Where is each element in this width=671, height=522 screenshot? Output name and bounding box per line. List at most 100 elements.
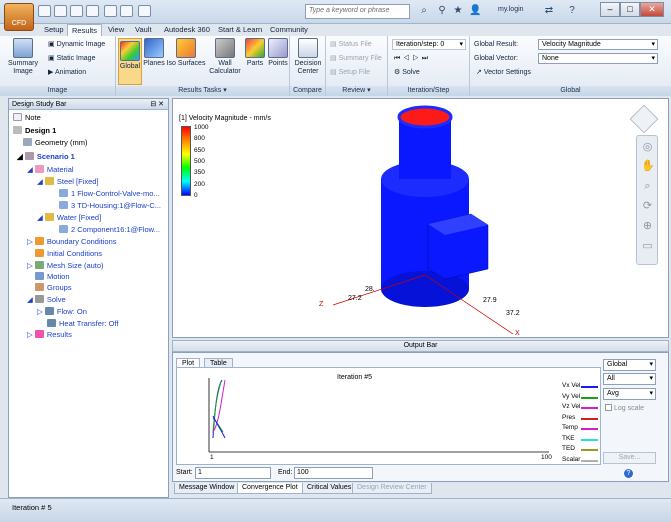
tree-initial-conditions[interactable]: Initial Conditions <box>35 249 102 259</box>
tab-results[interactable]: Results <box>67 24 103 36</box>
iso-surfaces-button[interactable]: Iso Surfaces <box>166 38 206 68</box>
planes-button[interactable]: Planes <box>143 38 165 68</box>
solve-button[interactable]: ⚙ Solve <box>394 68 420 78</box>
tab-vault[interactable]: Vault <box>131 24 156 36</box>
maximize-button[interactable]: □ <box>620 2 640 17</box>
tree-geometry[interactable]: Geometry (mm) <box>23 138 88 148</box>
quick-access-dropdown-icon[interactable] <box>138 5 151 17</box>
tree-mesh-size[interactable]: ▷ Mesh Size (auto) <box>27 261 104 271</box>
legend-tick: 500 <box>194 157 205 165</box>
global-button[interactable]: Global <box>118 38 142 85</box>
tree-results[interactable]: ▷ Results <box>27 330 72 340</box>
quantity-select[interactable]: Avg <box>603 388 656 400</box>
ribbon-tabs: Setup Results View Vault Autodesk 360 St… <box>36 24 671 36</box>
tab-view[interactable]: View <box>104 24 128 36</box>
scope-select[interactable]: Global <box>603 359 656 371</box>
tree-steel-part-2[interactable]: 3 TD-Housing:1@Flow-C... <box>59 201 161 211</box>
tree-groups[interactable]: Groups <box>35 283 72 293</box>
minimize-button[interactable]: – <box>600 2 620 17</box>
binoculars-icon[interactable]: ⌕ <box>418 5 430 17</box>
orbit-icon[interactable]: ⟳ <box>641 200 654 213</box>
tree-boundary-conditions[interactable]: ▷ Boundary Conditions <box>27 237 117 247</box>
dynamic-image-button[interactable]: ▣ Dynamic Image <box>48 40 105 50</box>
tree-water[interactable]: ◢ Water [Fixed] <box>37 213 101 223</box>
tree-solve[interactable]: ◢ Solve <box>27 295 66 305</box>
global-result-label: Global Result: <box>474 41 518 48</box>
tab-convergence-plot[interactable]: Convergence Plot <box>237 483 303 494</box>
tab-setup[interactable]: Setup <box>40 24 68 36</box>
tab-community[interactable]: Community <box>266 24 312 36</box>
look-icon[interactable]: ⊕ <box>641 220 654 233</box>
steering-wheel-icon[interactable]: ◎ <box>641 141 654 154</box>
start-input[interactable]: 1 <box>195 467 271 479</box>
help-icon[interactable]: ? <box>624 469 633 478</box>
presentation-icon[interactable]: ▭ <box>641 240 654 253</box>
legend-entry: Vx Vel <box>562 382 581 389</box>
decision-center-button[interactable]: Decision Center <box>292 38 324 76</box>
tree-note[interactable]: Note <box>13 113 41 123</box>
tab-message-window[interactable]: Message Window <box>174 483 240 494</box>
legend-swatch <box>581 396 598 399</box>
tree-heat-transfer[interactable]: Heat Transfer: Off <box>47 319 118 329</box>
tree-water-part-1[interactable]: 2 Component16:1@Flow... <box>59 225 160 235</box>
ribbon: Summary Image ▣ Dynamic Image ▣ Static I… <box>0 36 671 96</box>
iteration-playback-controls[interactable]: ⏮◁▷⏭ <box>394 54 431 64</box>
global-result-select[interactable]: Velocity Magnitude <box>538 39 658 50</box>
iteration-step-select[interactable]: Iteration/step: 0 <box>392 39 466 50</box>
vector-settings-button[interactable]: ↗ Vector Settings <box>476 68 531 78</box>
setup-file-button[interactable]: ▤ Setup File <box>330 68 370 78</box>
tab-autodesk-360[interactable]: Autodesk 360 <box>160 24 214 36</box>
tab-critical-values[interactable]: Critical Values <box>302 483 357 494</box>
animation-button[interactable]: ▶ Animation <box>48 68 86 78</box>
heat-transfer-icon <box>47 319 56 327</box>
points-button[interactable]: Points <box>267 38 289 68</box>
tree-design[interactable]: Design 1 <box>13 126 56 136</box>
tree-steel[interactable]: ◢ Steel [Fixed] <box>37 177 99 187</box>
global-vector-select[interactable]: None <box>538 53 658 64</box>
tree-steel-part-1[interactable]: 1 Flow-Control-Valve-mo... <box>59 189 160 199</box>
log-scale-checkbox[interactable]: Log scale <box>605 404 644 412</box>
axis-label-4: 37.2 <box>506 310 520 317</box>
close-button[interactable]: ✕ <box>640 2 664 17</box>
valve-outlet <box>397 105 453 129</box>
tree-scenario[interactable]: ◢ Scenario 1 <box>17 152 75 162</box>
new-icon[interactable] <box>38 5 51 17</box>
favorites-icon[interactable]: ★ <box>452 5 464 17</box>
summary-file-button[interactable]: ▤ Summary File <box>330 54 382 64</box>
redo-icon[interactable] <box>120 5 133 17</box>
tree-flow[interactable]: ▷ Flow: On <box>37 307 87 317</box>
user-icon[interactable]: 👤 <box>469 5 481 17</box>
save-icon[interactable] <box>70 5 83 17</box>
parts-button[interactable]: Parts <box>244 38 266 68</box>
help-icon[interactable]: ? <box>566 5 578 17</box>
wall-calculator-button[interactable]: Wall Calculator <box>208 38 242 76</box>
zoom-icon[interactable]: ⌕ <box>641 180 654 193</box>
print-icon[interactable] <box>86 5 99 17</box>
open-icon[interactable] <box>54 5 67 17</box>
exchange-icon[interactable]: ⇄ <box>543 5 555 17</box>
tree-material[interactable]: ◢ Material <box>27 165 74 175</box>
subscription-icon[interactable]: ⚲ <box>436 5 448 17</box>
static-image-button[interactable]: ▣ Static Image <box>48 54 95 64</box>
output-bar-header[interactable]: Output Bar <box>172 340 669 352</box>
search-input[interactable]: Type a keyword or phrase <box>305 4 410 19</box>
viewcube-icon[interactable] <box>629 104 659 134</box>
groups-icon <box>35 283 44 291</box>
save-button[interactable]: Save... <box>603 452 656 464</box>
login-label[interactable]: my.login <box>498 6 524 13</box>
tab-start-learn[interactable]: Start & Learn <box>214 24 266 36</box>
status-file-button[interactable]: ▤ Status File <box>330 40 372 50</box>
legend-tick: 650 <box>194 146 205 154</box>
summary-image-button[interactable]: Summary Image <box>8 38 38 76</box>
undo-icon[interactable] <box>104 5 117 17</box>
wall-calculator-icon <box>215 38 235 58</box>
legend-entry: Temp <box>562 424 578 431</box>
end-input[interactable]: 100 <box>294 467 373 479</box>
panel-pin-icon[interactable]: ⊟ ✕ <box>150 99 164 110</box>
graphics-viewport[interactable]: [1] Velocity Magnitude - mm/s 1000 800 650… <box>172 98 669 338</box>
pan-icon[interactable]: ✋ <box>641 160 655 173</box>
parts-select[interactable]: All <box>603 373 656 385</box>
tree-motion[interactable]: Motion <box>35 272 70 282</box>
application-menu-button[interactable]: CFD <box>4 3 34 31</box>
tab-design-review-center[interactable]: Design Review Center <box>352 483 432 494</box>
